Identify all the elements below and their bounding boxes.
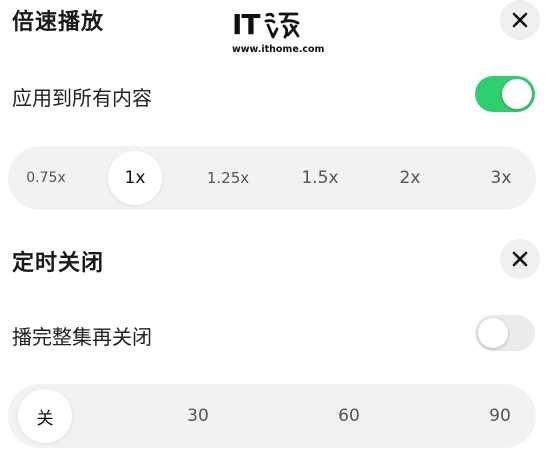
after-episode-label: 播完整集再关闭 [12,325,152,349]
ithome-watermark: IT www.ithome.com [232,8,325,58]
speed-option-1.25x[interactable]: 1.25x [201,146,255,210]
speed-section-title: 倍速播放 [12,10,105,35]
timer-option-30[interactable]: 30 [176,384,220,448]
watermark-brand: IT [232,8,261,41]
toggle-knob [502,79,532,109]
after-episode-toggle[interactable] [475,315,535,351]
speed-option-2x[interactable]: 2x [390,146,430,210]
ithome-seal-icon [264,12,299,39]
close-icon [512,12,528,28]
playback-settings-panel: 倍速播放 IT www.ithome.com 应用到所有内容 0.75x 1x … [0,0,550,476]
speed-option-3x[interactable]: 3x [481,146,521,210]
timer-option-60[interactable]: 60 [327,384,371,448]
speed-close-button[interactable] [500,0,540,40]
watermark-url: www.ithome.com [232,44,325,55]
close-icon [512,251,528,267]
timer-option-off[interactable]: 关 [18,389,72,443]
speed-options-bar: 0.75x 1x 1.25x 1.5x 2x 3x [8,146,536,210]
speed-option-1x[interactable]: 1x [108,151,162,205]
timer-option-90[interactable]: 90 [478,384,522,448]
speed-option-1.5x[interactable]: 1.5x [295,146,345,210]
speed-option-0.75x[interactable]: 0.75x [20,146,72,210]
toggle-knob [478,318,508,348]
timer-close-button[interactable] [500,239,540,279]
timer-options-bar: 关 30 60 90 [8,384,536,448]
timer-section-title: 定时关闭 [12,251,105,276]
apply-all-toggle[interactable] [475,76,535,112]
apply-all-label: 应用到所有内容 [12,86,152,110]
